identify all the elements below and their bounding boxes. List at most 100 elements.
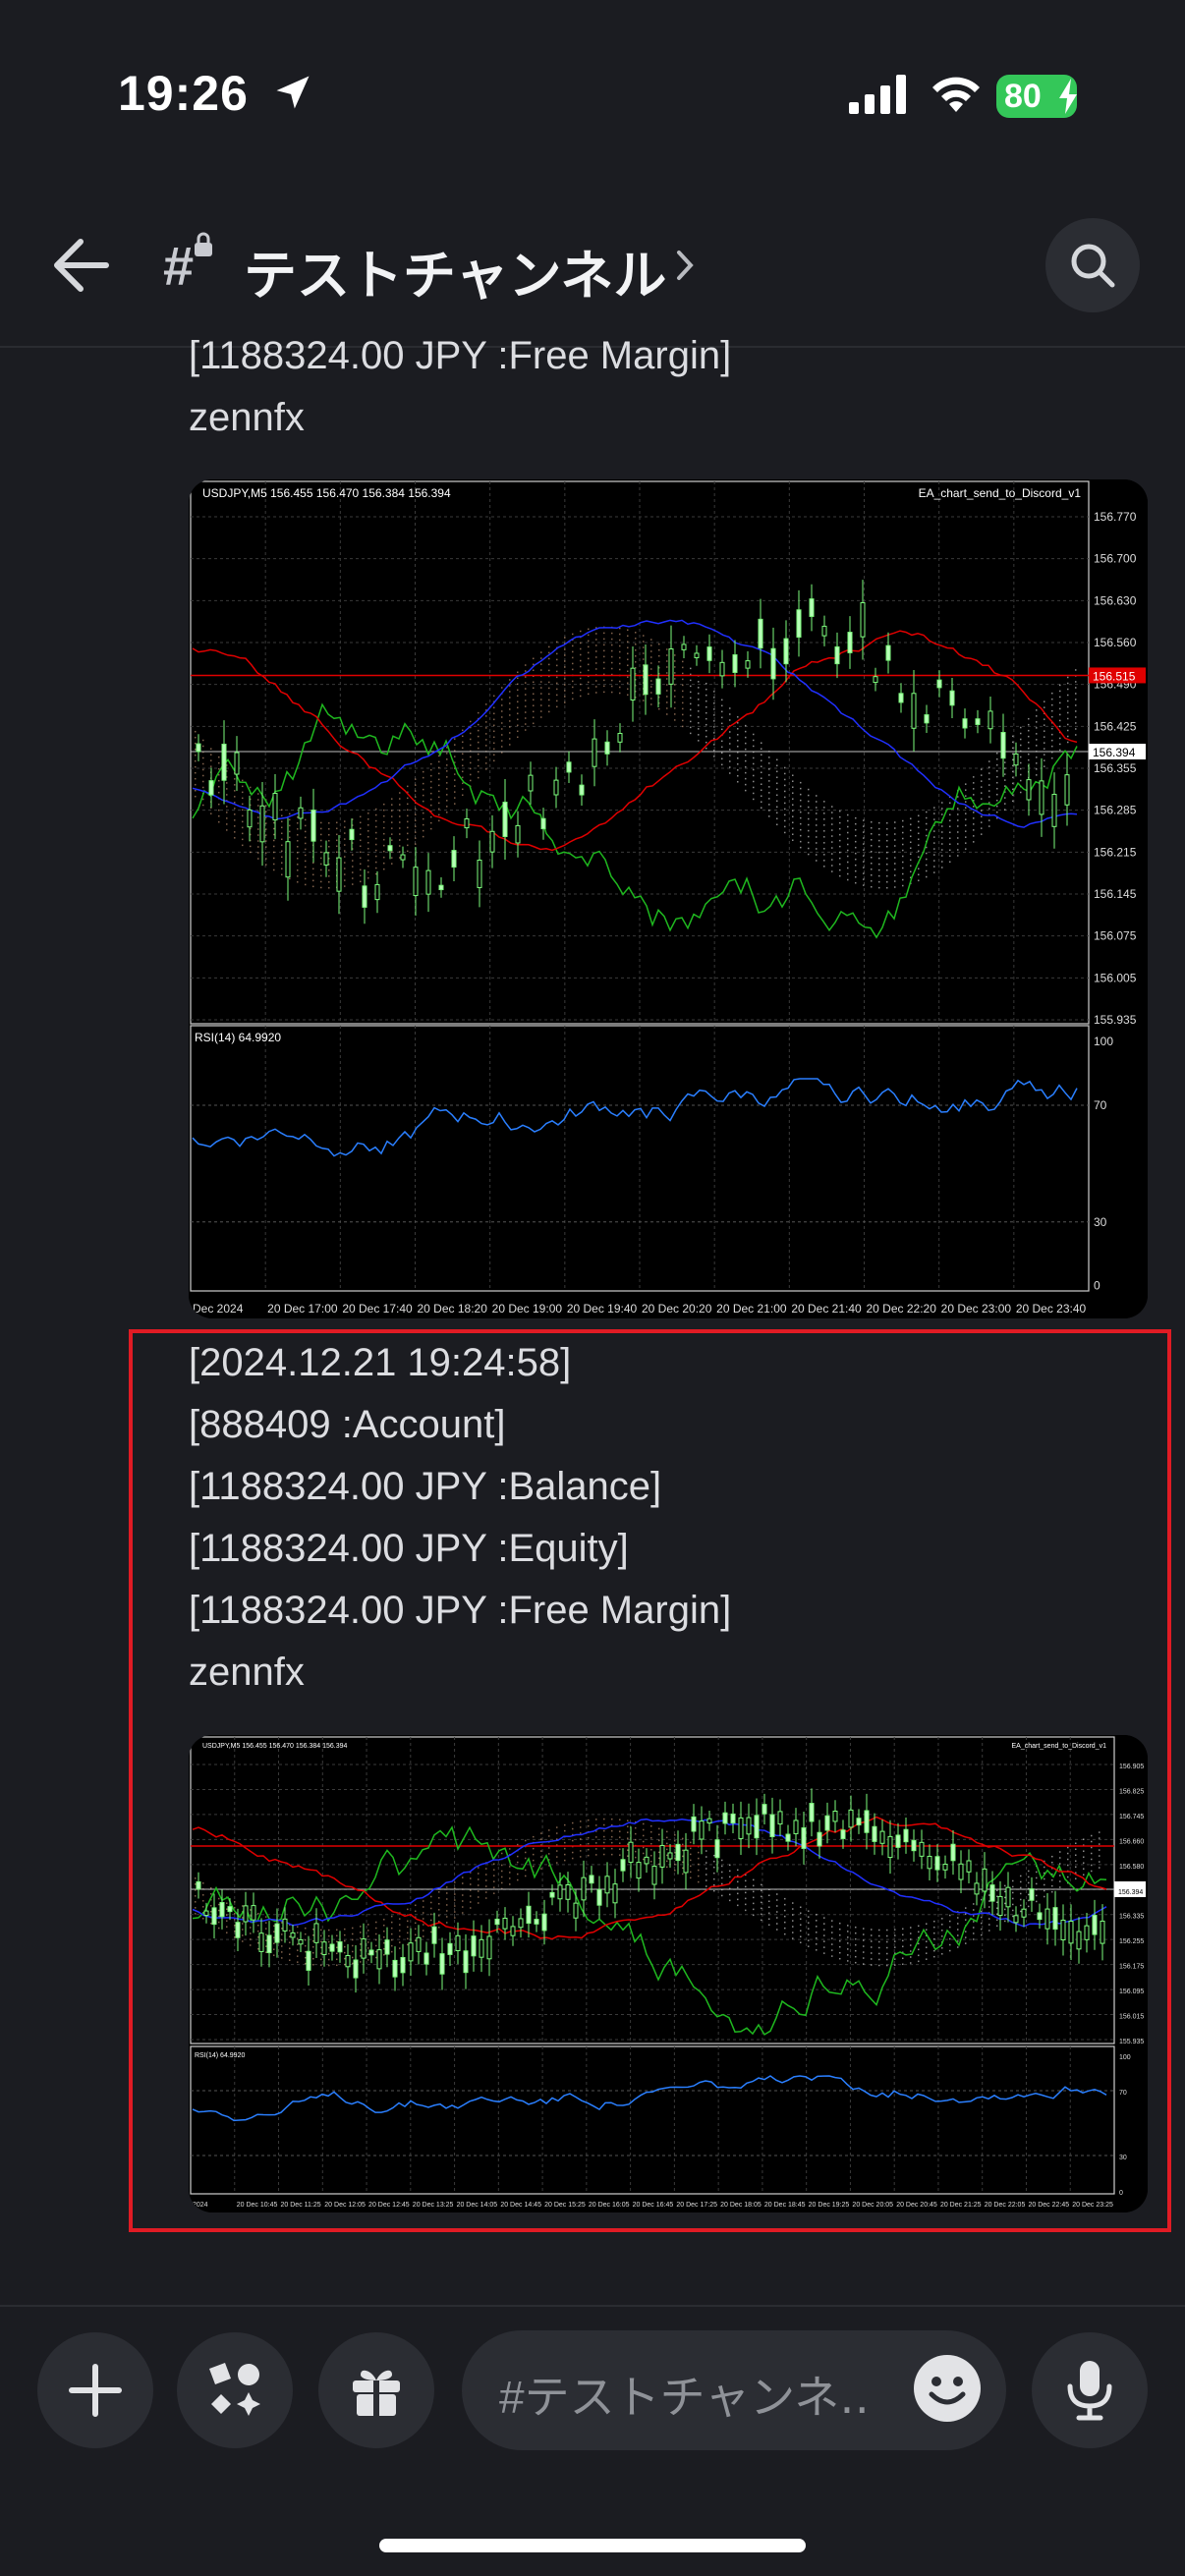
cloud-dot (493, 718, 495, 721)
cloud-dot (367, 818, 369, 820)
cloud-dot (525, 729, 527, 731)
cloud-dot (871, 851, 873, 853)
cloud-dot (234, 837, 236, 839)
candle (1064, 774, 1070, 806)
cloud-dot (572, 656, 574, 659)
cloud-dot (1028, 717, 1030, 720)
cloud-dot (839, 827, 841, 830)
cloud-dot (926, 834, 928, 837)
cloud-dot (360, 857, 362, 860)
emoji-icon[interactable] (912, 2353, 983, 2424)
cloud-dot (768, 756, 770, 758)
cloud-dot (367, 812, 369, 814)
cloud-dot (375, 831, 377, 834)
cloud-dot (698, 687, 700, 689)
cloud-dot (886, 827, 888, 830)
chart-image-1[interactable]: 156.770 156.700 156.630 156.560 156.490 156.4… (189, 479, 1148, 1318)
cloud-dot (611, 638, 613, 641)
cloud-dot (831, 829, 833, 831)
time-tick-label: 20 Dec 21:40 (791, 1302, 862, 1316)
cloud-dot (792, 786, 794, 788)
cloud-dot (886, 874, 888, 877)
candle (745, 660, 751, 669)
cloud-dot (902, 867, 904, 869)
cloud-dot (493, 754, 495, 756)
cloud-dot (682, 660, 684, 663)
cloud-dot (328, 881, 330, 883)
cloud-dot (234, 813, 236, 815)
candle (310, 810, 316, 842)
search-button[interactable] (1045, 218, 1140, 312)
cloud-dot (415, 813, 417, 815)
candle (898, 693, 904, 703)
cloud-dot (894, 845, 896, 847)
candle (234, 752, 240, 775)
cloud-dot (265, 811, 267, 812)
cloud-dot (603, 649, 605, 652)
cloud-dot (721, 757, 723, 760)
cloud-dot (753, 798, 755, 801)
cloud-dot (257, 852, 259, 854)
cloud-dot (808, 794, 810, 797)
cloud-dot (768, 780, 770, 782)
cloud-dot (674, 678, 676, 680)
candle (387, 845, 393, 852)
cloud-dot (367, 824, 369, 826)
cloud-dot (957, 813, 959, 815)
cloud-dot (918, 873, 920, 876)
chevron-right-icon[interactable] (674, 248, 696, 283)
cloud-dot (1067, 705, 1069, 708)
cloud-dot (540, 704, 542, 706)
back-arrow-icon[interactable] (51, 238, 110, 293)
cloud-dot (509, 714, 511, 716)
cloud-dot (886, 863, 888, 866)
gift-button[interactable] (318, 2332, 434, 2448)
apps-button[interactable] (177, 2332, 293, 2448)
voice-button[interactable] (1032, 2332, 1148, 2448)
cloud-dot (926, 875, 928, 878)
channel-title[interactable]: テストチャンネル (244, 232, 666, 309)
cloud-dot (407, 809, 409, 812)
cloud-dot (478, 764, 480, 767)
cloud-dot (737, 716, 739, 718)
cloud-dot (910, 847, 912, 850)
cloud-dot (1028, 758, 1030, 761)
cloud-dot (430, 762, 432, 765)
cloud-dot (737, 757, 739, 759)
cloud-dot (894, 839, 896, 841)
cloud-dot (273, 827, 275, 830)
cloud-dot (234, 825, 236, 827)
cloud-dot (894, 857, 896, 859)
cloud-dot (973, 817, 975, 819)
cloud-dot (234, 790, 236, 792)
cloud-dot (328, 875, 330, 877)
cloud-dot (768, 798, 770, 800)
cloud-dot (996, 793, 998, 796)
cloud-dot (572, 692, 574, 695)
cloud-dot (1020, 791, 1022, 794)
cloud-dot (595, 662, 597, 664)
cloud-dot (509, 702, 511, 704)
cloud-dot (603, 679, 605, 682)
cloud-dot (289, 836, 291, 839)
cloud-dot (265, 816, 267, 818)
cloud-dot (218, 791, 220, 794)
cloud-dot (305, 883, 307, 886)
cloud-dot (352, 883, 354, 885)
cloud-dot (863, 872, 865, 874)
cloud-dot (564, 678, 566, 680)
add-button[interactable] (37, 2332, 153, 2448)
cloud-dot (1067, 700, 1069, 702)
time-tick-label: 20 Dec 19:40 (567, 1302, 638, 1316)
cloud-dot (273, 845, 275, 848)
cloud-dot (1067, 694, 1069, 697)
cloud-dot (509, 679, 511, 681)
cloud-dot (682, 678, 684, 681)
cloud-dot (965, 818, 967, 820)
cloud-dot (831, 812, 833, 813)
cloud-dot (902, 872, 904, 875)
cloud-dot (509, 744, 511, 746)
cloud-dot (297, 846, 299, 848)
cloud-dot (525, 670, 527, 672)
cloud-dot (454, 803, 456, 805)
